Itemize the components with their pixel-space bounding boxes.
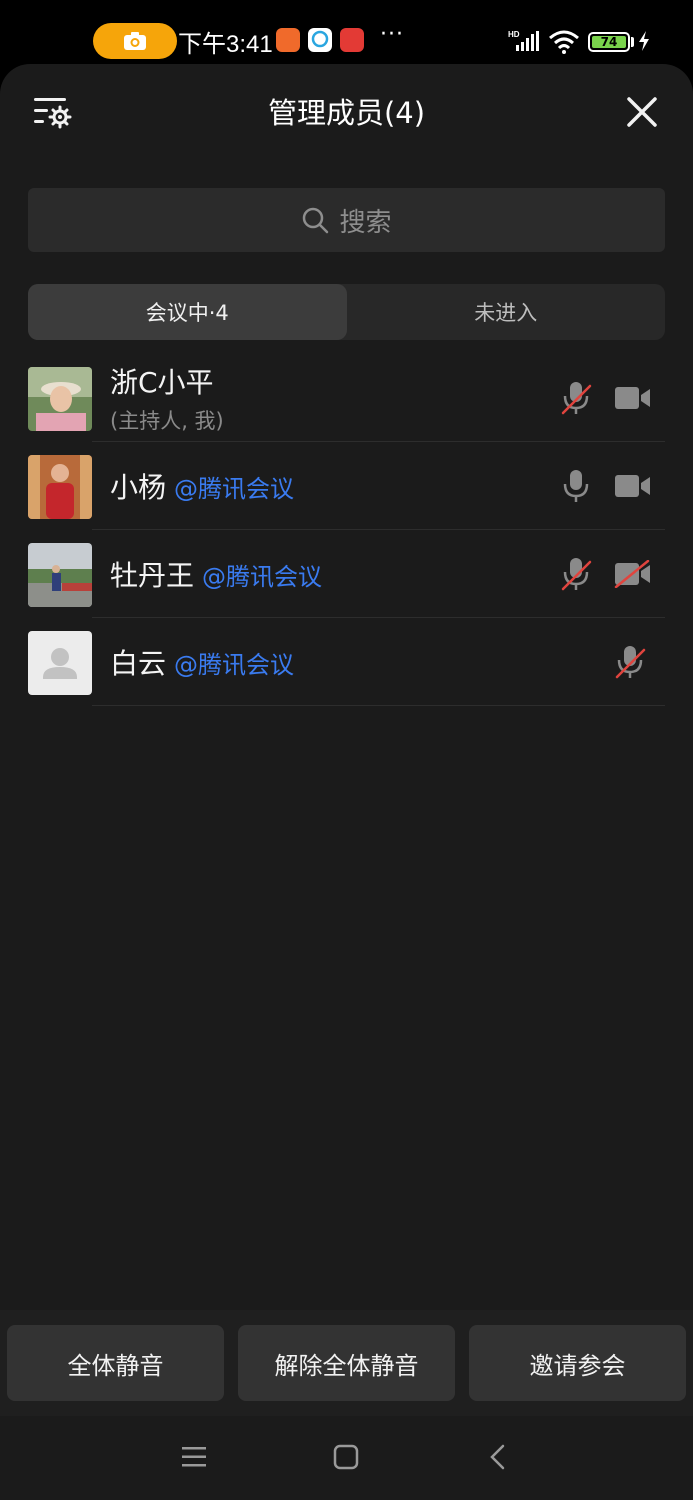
member-tabs: 会议中·4 未进入 xyxy=(28,284,665,340)
app-icon-chat xyxy=(308,28,332,52)
app-icon-orange xyxy=(276,28,300,52)
camera-on-button[interactable] xyxy=(614,472,652,500)
back-nav-button[interactable] xyxy=(488,1444,508,1474)
search-placeholder: 搜索 xyxy=(339,207,392,238)
list-item[interactable]: 牡丹王 @腾讯会议 xyxy=(0,530,693,618)
avatar xyxy=(28,543,92,607)
battery-tip xyxy=(631,37,634,47)
battery-level: 74 xyxy=(592,36,626,48)
unmute-all-button[interactable]: 解除全体静音 xyxy=(238,1325,455,1401)
list-item[interactable]: 小杨 @腾讯会议 xyxy=(0,442,693,530)
video-camera-icon xyxy=(615,475,650,497)
camera-off-button[interactable] xyxy=(614,559,652,589)
member-source-tag: @腾讯会议 xyxy=(174,651,295,679)
row-divider xyxy=(92,705,665,706)
member-info: 白云 @腾讯会议 xyxy=(110,618,294,706)
list-item[interactable]: 白云 @腾讯会议 xyxy=(0,618,693,706)
back-chevron-icon xyxy=(490,1444,505,1470)
tab-in-meeting[interactable]: 会议中·4 xyxy=(28,284,347,340)
mic-muted-icon xyxy=(561,382,592,415)
member-info: 小杨 @腾讯会议 xyxy=(110,442,294,530)
mic-muted-icon xyxy=(561,558,592,591)
avatar-default xyxy=(28,631,92,695)
charging-icon xyxy=(637,30,651,56)
list-item[interactable]: 浙C小平 (主持人, 我) xyxy=(0,354,693,442)
member-info: 浙C小平 (主持人, 我) xyxy=(110,354,224,442)
app-icon-news xyxy=(340,28,364,52)
menu-nav-button[interactable] xyxy=(180,1444,208,1474)
mic-muted-button[interactable] xyxy=(560,380,592,416)
camera-recording-pill[interactable] xyxy=(93,23,177,59)
video-camera-icon xyxy=(615,387,650,409)
battery-icon: 74 xyxy=(588,32,630,52)
member-name: 牡丹王 xyxy=(110,559,195,592)
member-name: 浙C小平 xyxy=(110,366,214,399)
search-icon xyxy=(303,207,329,234)
member-list: 浙C小平 (主持人, 我) 小杨 @腾讯会议 牡丹王 @腾讯会议 白云 @腾讯会… xyxy=(0,354,693,706)
manage-members-sheet: 管理成员(4) 搜索 会议中·4 未进入 浙C小平 (主持人, 我) 小杨 @腾… xyxy=(0,64,693,1500)
mic-icon xyxy=(563,470,589,502)
default-user-icon xyxy=(43,648,77,679)
member-source-tag: @腾讯会议 xyxy=(174,475,295,503)
action-bar: 全体静音 解除全体静音 邀请参会 xyxy=(0,1310,693,1416)
invite-button[interactable]: 邀请参会 xyxy=(469,1325,686,1401)
mic-muted-icon xyxy=(615,646,646,679)
home-nav-button[interactable] xyxy=(333,1444,359,1474)
mic-muted-button[interactable] xyxy=(560,556,592,592)
mute-all-button[interactable]: 全体静音 xyxy=(7,1325,224,1401)
member-name: 白云 xyxy=(110,647,167,680)
search-input[interactable]: 搜索 xyxy=(28,188,665,252)
home-square-icon xyxy=(333,1444,359,1470)
member-source-tag: @腾讯会议 xyxy=(202,563,323,591)
mic-on-button[interactable] xyxy=(560,468,592,504)
avatar xyxy=(28,367,92,431)
tab-not-joined[interactable]: 未进入 xyxy=(347,284,666,340)
avatar xyxy=(28,455,92,519)
video-camera-off-icon xyxy=(614,559,650,589)
wifi-icon xyxy=(548,30,580,58)
signal-icon: HD xyxy=(508,30,542,56)
mic-muted-button[interactable] xyxy=(614,644,646,680)
member-role: (主持人, 我) xyxy=(110,409,224,433)
status-time: 下午3:41 xyxy=(178,31,273,58)
more-dots-icon: ··· xyxy=(380,22,404,47)
camera-on-button[interactable] xyxy=(614,384,652,412)
member-name: 小杨 xyxy=(110,471,167,504)
close-button[interactable] xyxy=(624,94,660,130)
svg-text:HD: HD xyxy=(508,30,520,39)
status-bar: 下午3:41 ··· HD 74 xyxy=(0,0,693,64)
system-nav-bar xyxy=(0,1416,693,1500)
page-title: 管理成员(4) xyxy=(267,96,426,130)
close-icon xyxy=(627,97,657,127)
menu-icon xyxy=(182,1447,206,1467)
member-info: 牡丹王 @腾讯会议 xyxy=(110,530,322,618)
camera-icon xyxy=(124,32,146,50)
